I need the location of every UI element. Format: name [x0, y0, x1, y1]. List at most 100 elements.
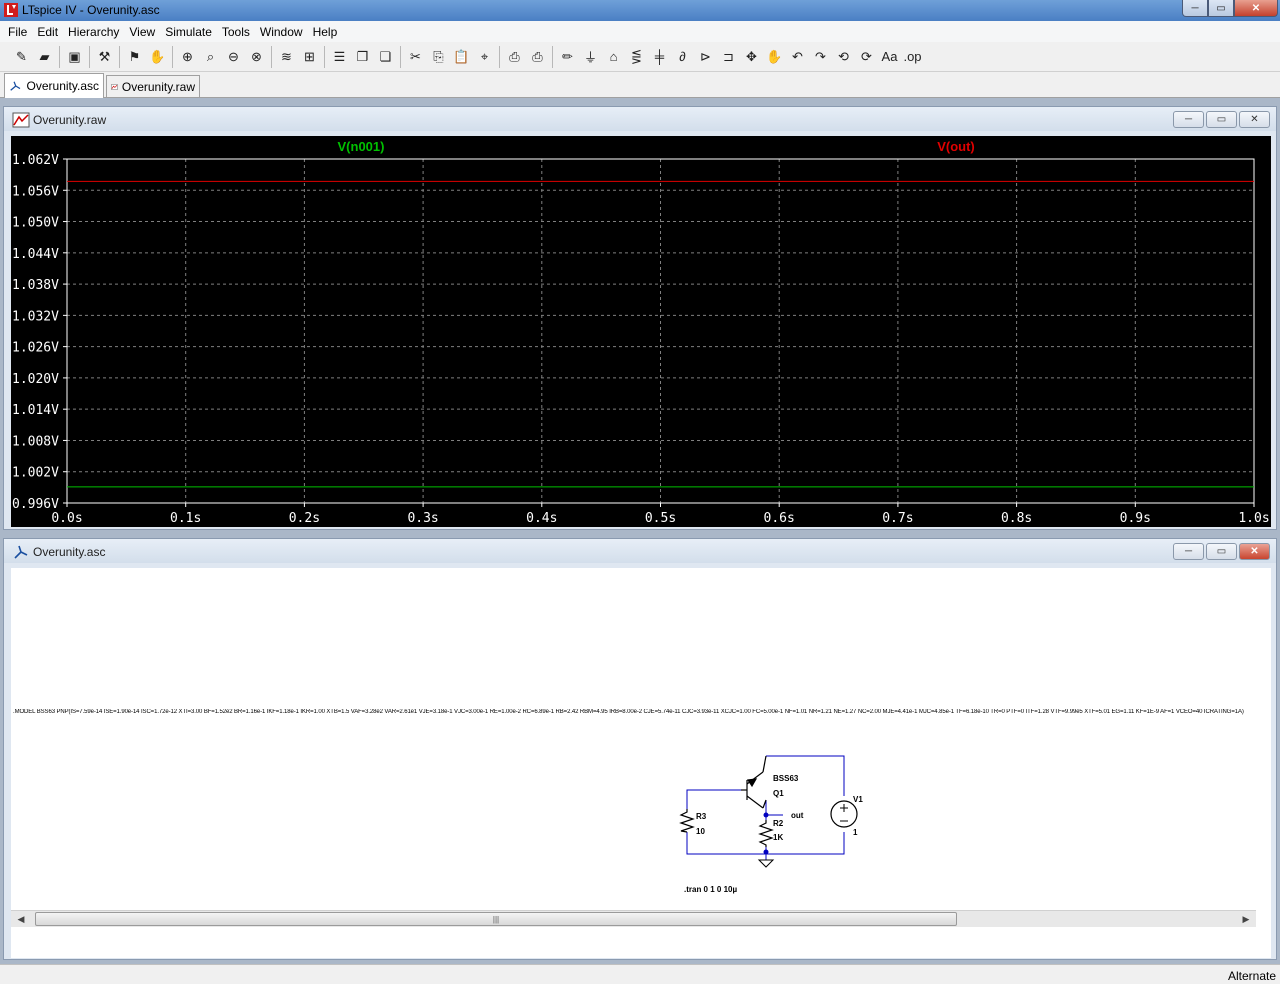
- waveform-icon: [111, 83, 118, 90]
- move-icon[interactable]: ✥: [740, 46, 763, 68]
- r3-name-label[interactable]: R3: [696, 812, 707, 821]
- v1-value-label[interactable]: 1: [853, 828, 858, 837]
- zoom-out-icon[interactable]: ⊖: [222, 46, 245, 68]
- component-icon[interactable]: ⊐: [717, 46, 740, 68]
- run-icon[interactable]: ⚑: [123, 46, 146, 68]
- waveform-close-button[interactable]: ✕: [1239, 111, 1270, 128]
- minimize-button[interactable]: ─: [1182, 0, 1208, 17]
- y-tick-label: 1.044V: [12, 247, 59, 262]
- waveform-minimize-button[interactable]: ─: [1173, 111, 1204, 128]
- tran-directive[interactable]: .tran 0 1 0 10µ: [684, 885, 737, 894]
- document-tabs: Overunity.asc Overunity.raw: [0, 72, 1280, 98]
- q1-name-label[interactable]: Q1: [773, 789, 784, 798]
- tile-vertical-icon[interactable]: ❏: [374, 46, 397, 68]
- y-tick-label: 1.002V: [12, 466, 59, 481]
- x-tick-label: 0.9s: [1120, 511, 1151, 526]
- y-tick-label: 1.014V: [12, 403, 59, 418]
- menu-tools[interactable]: Tools: [217, 25, 255, 39]
- print-setup-icon[interactable]: ⎙: [503, 46, 526, 68]
- voltage-source-v1-symbol[interactable]: [830, 800, 858, 828]
- mirror-icon[interactable]: ⟳: [855, 46, 878, 68]
- control-panel-icon[interactable]: ⚒: [93, 46, 116, 68]
- y-tick-label: 0.996V: [12, 497, 59, 512]
- resistor-icon[interactable]: ⋚: [625, 46, 648, 68]
- schematic-canvas[interactable]: .MODEL BSS63 PNP(IS=7.59e-14 ISE=1.90e-1…: [11, 568, 1271, 958]
- tab-overunity-raw[interactable]: Overunity.raw: [106, 75, 200, 97]
- menu-view[interactable]: View: [124, 25, 160, 39]
- copy-icon[interactable]: ⎘: [427, 46, 450, 68]
- schematic-window-controls: ─ ▭ ✕: [1171, 543, 1270, 560]
- tab-overunity-asc[interactable]: Overunity.asc: [4, 73, 104, 98]
- transistor-q1-symbol[interactable]: [741, 755, 767, 809]
- scrollbar-thumb[interactable]: |||: [35, 912, 957, 926]
- horizontal-scrollbar[interactable]: ◀ ||| ▶: [11, 910, 1256, 927]
- x-tick-label: 0.7s: [882, 511, 913, 526]
- print-icon[interactable]: ⎙: [526, 46, 549, 68]
- grid-icon[interactable]: ⊞: [298, 46, 321, 68]
- draw-wire-icon[interactable]: ✏: [556, 46, 579, 68]
- schematic-close-button[interactable]: ✕: [1239, 543, 1270, 560]
- v1-name-label[interactable]: V1: [853, 795, 863, 804]
- rotate-icon[interactable]: ⟲: [832, 46, 855, 68]
- x-tick-label: 0.4s: [526, 511, 557, 526]
- maximize-button[interactable]: ▭: [1208, 0, 1234, 17]
- cut-icon[interactable]: ✂: [404, 46, 427, 68]
- diode-icon[interactable]: ⊳: [694, 46, 717, 68]
- waveform-window-titlebar[interactable]: Overunity.raw ─ ▭ ✕: [4, 107, 1276, 131]
- toolbar-separator: [400, 45, 401, 68]
- schematic-maximize-button[interactable]: ▭: [1206, 543, 1237, 560]
- text-icon[interactable]: Aa: [878, 46, 901, 68]
- scroll-right-arrow-icon[interactable]: ▶: [1238, 912, 1254, 927]
- autorange-icon[interactable]: ≋: [275, 46, 298, 68]
- redo-icon[interactable]: ↷: [809, 46, 832, 68]
- spice-directive-icon[interactable]: .op: [901, 46, 924, 68]
- y-tick-label: 1.062V: [12, 153, 59, 168]
- open-icon[interactable]: ▰: [33, 46, 56, 68]
- menu-bar: File Edit Hierarchy View Simulate Tools …: [0, 21, 1280, 42]
- toolbar-separator: [499, 45, 500, 68]
- close-button[interactable]: ✕: [1234, 0, 1278, 17]
- waveform-icon: [12, 112, 30, 128]
- halt-icon[interactable]: ✋: [146, 46, 169, 68]
- capacitor-icon[interactable]: ╪: [648, 46, 671, 68]
- waveform-plot[interactable]: 0.0s 0.1s 0.2s 0.3s 0.4s 0.5s 0.6s 0.7s 0.8s 0.9s…: [11, 136, 1271, 527]
- resistor-r3-symbol[interactable]: [679, 809, 695, 833]
- inductor-icon[interactable]: ∂: [671, 46, 694, 68]
- pan-icon[interactable]: ⌕: [199, 46, 222, 68]
- drag-icon[interactable]: ✋: [763, 46, 786, 68]
- r2-value-label[interactable]: 1K: [773, 833, 783, 842]
- junction-dot-out: [763, 812, 769, 818]
- r2-name-label[interactable]: R2: [773, 819, 784, 828]
- schematic-window: Overunity.asc ─ ▭ ✕ .MODEL BSS63 PNP(IS=…: [3, 538, 1277, 960]
- ground-icon[interactable]: ⏚: [579, 46, 602, 68]
- menu-file[interactable]: File: [3, 25, 32, 39]
- schematic-minimize-button[interactable]: ─: [1173, 543, 1204, 560]
- legend-v-out-: V(out): [937, 139, 975, 154]
- y-tick-label: 1.020V: [12, 372, 59, 387]
- resistor-r2-symbol[interactable]: [758, 820, 774, 847]
- schematic-window-titlebar[interactable]: Overunity.asc ─ ▭ ✕: [4, 539, 1276, 563]
- r3-value-label[interactable]: 10: [696, 827, 705, 836]
- menu-window[interactable]: Window: [255, 25, 308, 39]
- menu-edit[interactable]: Edit: [32, 25, 63, 39]
- paste-icon[interactable]: 📋: [450, 46, 473, 68]
- zoom-in-icon[interactable]: ⊕: [176, 46, 199, 68]
- menu-help[interactable]: Help: [308, 25, 343, 39]
- scroll-left-arrow-icon[interactable]: ◀: [13, 912, 29, 927]
- tile-horizontal-icon[interactable]: ☰: [328, 46, 351, 68]
- wire-base[interactable]: [686, 789, 741, 809]
- net-label-out[interactable]: out: [791, 811, 804, 820]
- q1-model-label[interactable]: BSS63: [773, 774, 799, 783]
- undo-icon[interactable]: ↶: [786, 46, 809, 68]
- find-icon[interactable]: ⌖: [473, 46, 496, 68]
- zoom-fit-icon[interactable]: ⊗: [245, 46, 268, 68]
- cascade-icon[interactable]: ❐: [351, 46, 374, 68]
- status-bar: Alternate: [0, 964, 1280, 984]
- ground-symbol[interactable]: [757, 859, 775, 868]
- new-schematic-icon[interactable]: ✎: [10, 46, 33, 68]
- waveform-maximize-button[interactable]: ▭: [1206, 111, 1237, 128]
- save-icon[interactable]: ▣: [63, 46, 86, 68]
- menu-hierarchy[interactable]: Hierarchy: [63, 25, 124, 39]
- menu-simulate[interactable]: Simulate: [160, 25, 217, 39]
- label-net-icon[interactable]: ⌂: [602, 46, 625, 68]
